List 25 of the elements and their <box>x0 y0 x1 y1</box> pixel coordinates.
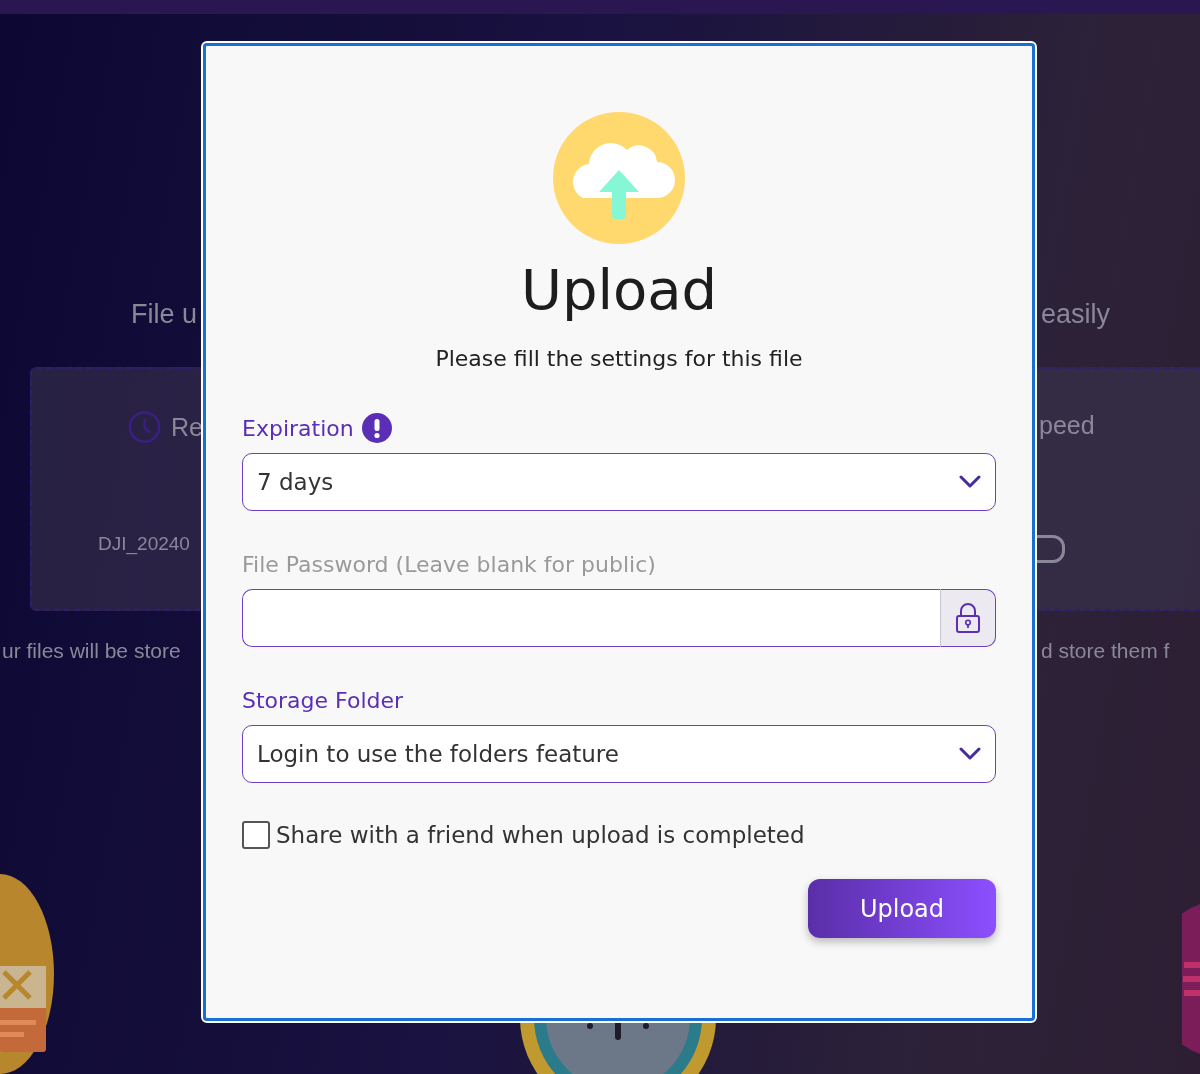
card-title: Re <box>171 412 203 442</box>
dropdown[interactable]: Login to use the folders feature <box>242 725 996 784</box>
file-name: DJI_20240 <box>98 533 191 555</box>
document-icon <box>0 874 54 1074</box>
field-label: File Password (Leave blank for public) <box>242 551 656 577</box>
dialog-subtitle: Please fill the settings for this file <box>435 346 803 372</box>
page-heading: easily <box>1041 299 1112 331</box>
chevron-down-icon <box>959 475 981 490</box>
cloud-upload-icon <box>553 112 685 244</box>
page-description: ur files will be store <box>2 639 182 663</box>
upload-button[interactable]: Upload <box>808 879 996 939</box>
card-title: peed <box>1039 411 1096 440</box>
password-field[interactable] <box>242 589 940 648</box>
page-description: d store them f <box>1041 639 1171 663</box>
checkbox[interactable] <box>242 821 270 850</box>
page-heading: File u <box>130 299 197 331</box>
dropdown[interactable]: 7 days <box>242 453 996 512</box>
striped-badge-icon <box>1182 904 1200 1054</box>
checkbox-label: Share with a friend when upload is completed <box>276 822 805 849</box>
clock-icon <box>128 409 162 445</box>
field-label: Expiration <box>242 415 354 441</box>
field-label: Storage Folder <box>242 687 404 713</box>
lock-icon <box>955 602 981 635</box>
chevron-down-icon <box>959 747 981 762</box>
dialog-title: Upload <box>520 258 718 323</box>
